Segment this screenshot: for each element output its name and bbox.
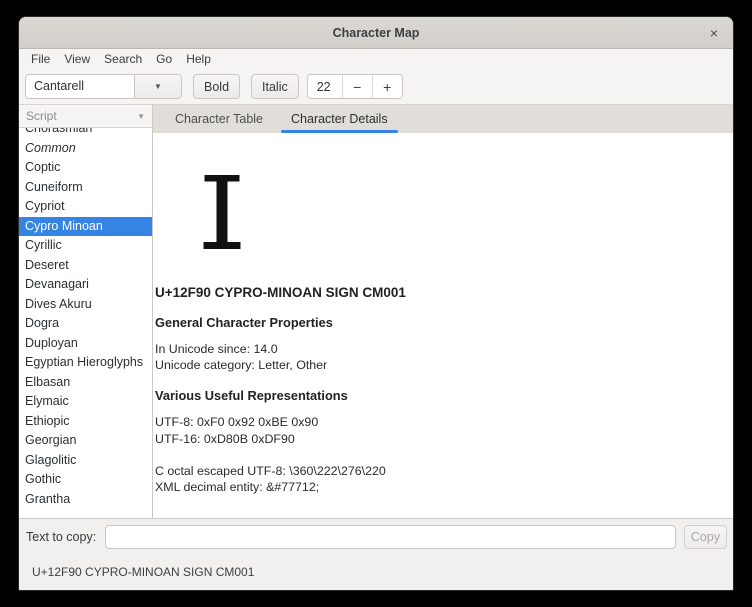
script-item-duployan[interactable]: Duployan — [19, 334, 152, 354]
section-lines: UTF-8: 0xF0 0x92 0xBE 0x90UTF-16: 0xD80B… — [155, 414, 733, 495]
detail-line: XML decimal entity: &#77712; — [155, 479, 733, 495]
script-item-cyrillic[interactable]: Cyrillic — [19, 236, 152, 256]
tab-character-details[interactable]: Character Details — [281, 105, 398, 133]
script-item-glagolitic[interactable]: Glagolitic — [19, 451, 152, 471]
script-item-egyptian-hieroglyphs[interactable]: Egyptian Hieroglyphs — [19, 353, 152, 373]
font-name-value: Cantarell — [26, 75, 134, 98]
bold-button[interactable]: Bold — [193, 74, 240, 99]
decrease-size-button[interactable]: − — [342, 75, 372, 98]
italic-button[interactable]: Italic — [251, 74, 299, 99]
detail-line: In Unicode since: 14.0 — [155, 341, 733, 357]
section-title: General Character Properties — [155, 315, 733, 330]
copy-button[interactable]: Copy — [684, 525, 727, 549]
script-item-chorasmian[interactable]: Chorasmian — [19, 128, 152, 139]
character-details-pane: U+12F90 CYPRO-MINOAN SIGN CM001 General … — [153, 133, 733, 518]
script-item-dives-akuru[interactable]: Dives Akuru — [19, 295, 152, 315]
detail-line — [155, 447, 733, 463]
menu-item-go[interactable]: Go — [149, 50, 179, 68]
menu-item-search[interactable]: Search — [97, 50, 149, 68]
script-item-cypro-minoan[interactable]: Cypro Minoan — [19, 217, 152, 237]
sort-arrow-icon: ▼ — [137, 112, 145, 121]
script-sidebar: Script ▼ ChorasmianCommonCopticCuneiform… — [19, 105, 153, 518]
menu-item-file[interactable]: File — [24, 50, 57, 68]
script-item-devanagari[interactable]: Devanagari — [19, 275, 152, 295]
increase-size-button[interactable]: + — [372, 75, 402, 98]
detail-line: Unicode category: Letter, Other — [155, 357, 733, 373]
font-size-value[interactable]: 22 — [308, 75, 342, 98]
section-lines: In Unicode since: 14.0Unicode category: … — [155, 341, 733, 373]
menu-item-help[interactable]: Help — [179, 50, 218, 68]
copy-bar: Text to copy: Copy — [19, 518, 733, 554]
details-sections: General Character Properties In Unicode s… — [155, 315, 733, 495]
script-item-deseret[interactable]: Deseret — [19, 256, 152, 276]
tabbar: Character Table Character Details — [153, 105, 733, 133]
script-column-header[interactable]: Script ▼ — [19, 105, 152, 128]
font-family-dropdown[interactable]: Cantarell ▼ — [25, 74, 182, 99]
close-icon[interactable]: × — [703, 22, 725, 44]
detail-line: C octal escaped UTF-8: \360\222\276\220 — [155, 463, 733, 479]
script-item-grantha[interactable]: Grantha — [19, 490, 152, 510]
statusbar: U+12F90 CYPRO-MINOAN SIGN CM001 — [19, 554, 733, 590]
script-item-georgian[interactable]: Georgian — [19, 431, 152, 451]
status-text: U+12F90 CYPRO-MINOAN SIGN CM001 — [32, 565, 254, 579]
tab-character-table[interactable]: Character Table — [165, 105, 273, 133]
content-area: Character Table Character Details U+12F90… — [153, 105, 733, 518]
detail-line: UTF-8: 0xF0 0x92 0xBE 0x90 — [155, 414, 733, 430]
text-to-copy-input[interactable] — [105, 525, 676, 549]
detail-line: UTF-16: 0xD80B 0xDF90 — [155, 431, 733, 447]
large-character-glyph — [203, 175, 241, 249]
script-item-dogra[interactable]: Dogra — [19, 314, 152, 334]
titlebar[interactable]: Character Map × — [19, 17, 733, 49]
text-to-copy-label: Text to copy: — [25, 530, 96, 544]
character-map-window: Character Map × FileViewSearchGoHelp Can… — [18, 16, 734, 591]
script-item-cypriot[interactable]: Cypriot — [19, 197, 152, 217]
script-header-label: Script — [26, 109, 57, 123]
window-title: Character Map — [333, 26, 420, 40]
script-item-cuneiform[interactable]: Cuneiform — [19, 178, 152, 198]
menu-item-view[interactable]: View — [57, 50, 97, 68]
script-list-items: ChorasmianCommonCopticCuneiformCypriotCy… — [19, 128, 152, 509]
script-item-common[interactable]: Common — [19, 139, 152, 159]
script-item-ethiopic[interactable]: Ethiopic — [19, 412, 152, 432]
script-item-elymaic[interactable]: Elymaic — [19, 392, 152, 412]
script-item-gothic[interactable]: Gothic — [19, 470, 152, 490]
font-size-spinner: 22 − + — [307, 74, 403, 99]
script-item-coptic[interactable]: Coptic — [19, 158, 152, 178]
script-list: ChorasmianCommonCopticCuneiformCypriotCy… — [19, 128, 152, 518]
section-title: Various Useful Representations — [155, 388, 733, 403]
main-area: Script ▼ ChorasmianCommonCopticCuneiform… — [19, 105, 733, 518]
toolbar: Cantarell ▼ Bold Italic 22 − + — [19, 69, 733, 105]
script-item-elbasan[interactable]: Elbasan — [19, 373, 152, 393]
menubar: FileViewSearchGoHelp — [19, 49, 733, 69]
chevron-down-icon[interactable]: ▼ — [134, 75, 181, 98]
character-heading: U+12F90 CYPRO-MINOAN SIGN CM001 — [155, 285, 733, 300]
